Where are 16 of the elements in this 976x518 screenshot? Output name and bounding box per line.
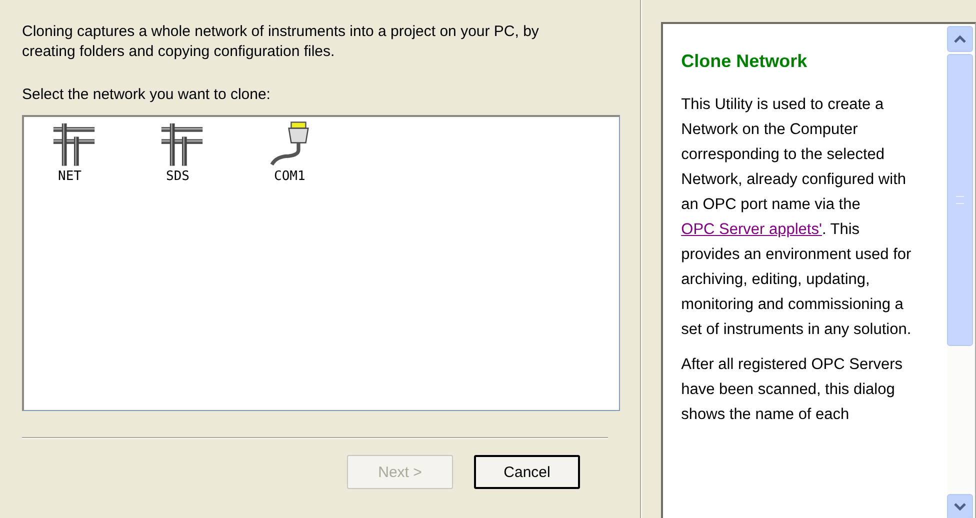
help-paragraph: This Utility is used to create a Network on the Computer corresponding to the selected Network, already configured with an OPC port name via the OPC Server applets'. This provides an environment used for archiving, editing, updating, monitoring and commissioning a set of instruments in any solution. — [681, 95, 912, 340]
network-bus-icon[interactable] — [52, 121, 96, 167]
scroll-down-icon[interactable] — [947, 494, 973, 518]
network-bus-icon[interactable] — [160, 121, 204, 167]
help-link[interactable]: OPC Server applets' — [681, 221, 822, 238]
serial-cable-icon[interactable] — [268, 121, 312, 167]
prompt-text: Select the network you want to clone: — [22, 85, 272, 105]
scroll-up-icon[interactable] — [947, 26, 973, 52]
network-label[interactable]: SDS — [166, 169, 190, 184]
help-paragraph: After all registered OPC Servers have been scanned, this dialog shows the name of each — [681, 355, 904, 425]
dialog-button[interactable]: Cancel — [474, 455, 580, 489]
network-label[interactable]: NET — [58, 169, 82, 184]
network-label[interactable]: COM1 — [274, 169, 306, 184]
intro-text: Cloning captures a whole network of instruments into a project on your PC, by creating folders and copying configuration files. — [22, 22, 540, 62]
scrollbar[interactable] — [947, 24, 975, 518]
help-title: Clone Network — [681, 51, 808, 72]
